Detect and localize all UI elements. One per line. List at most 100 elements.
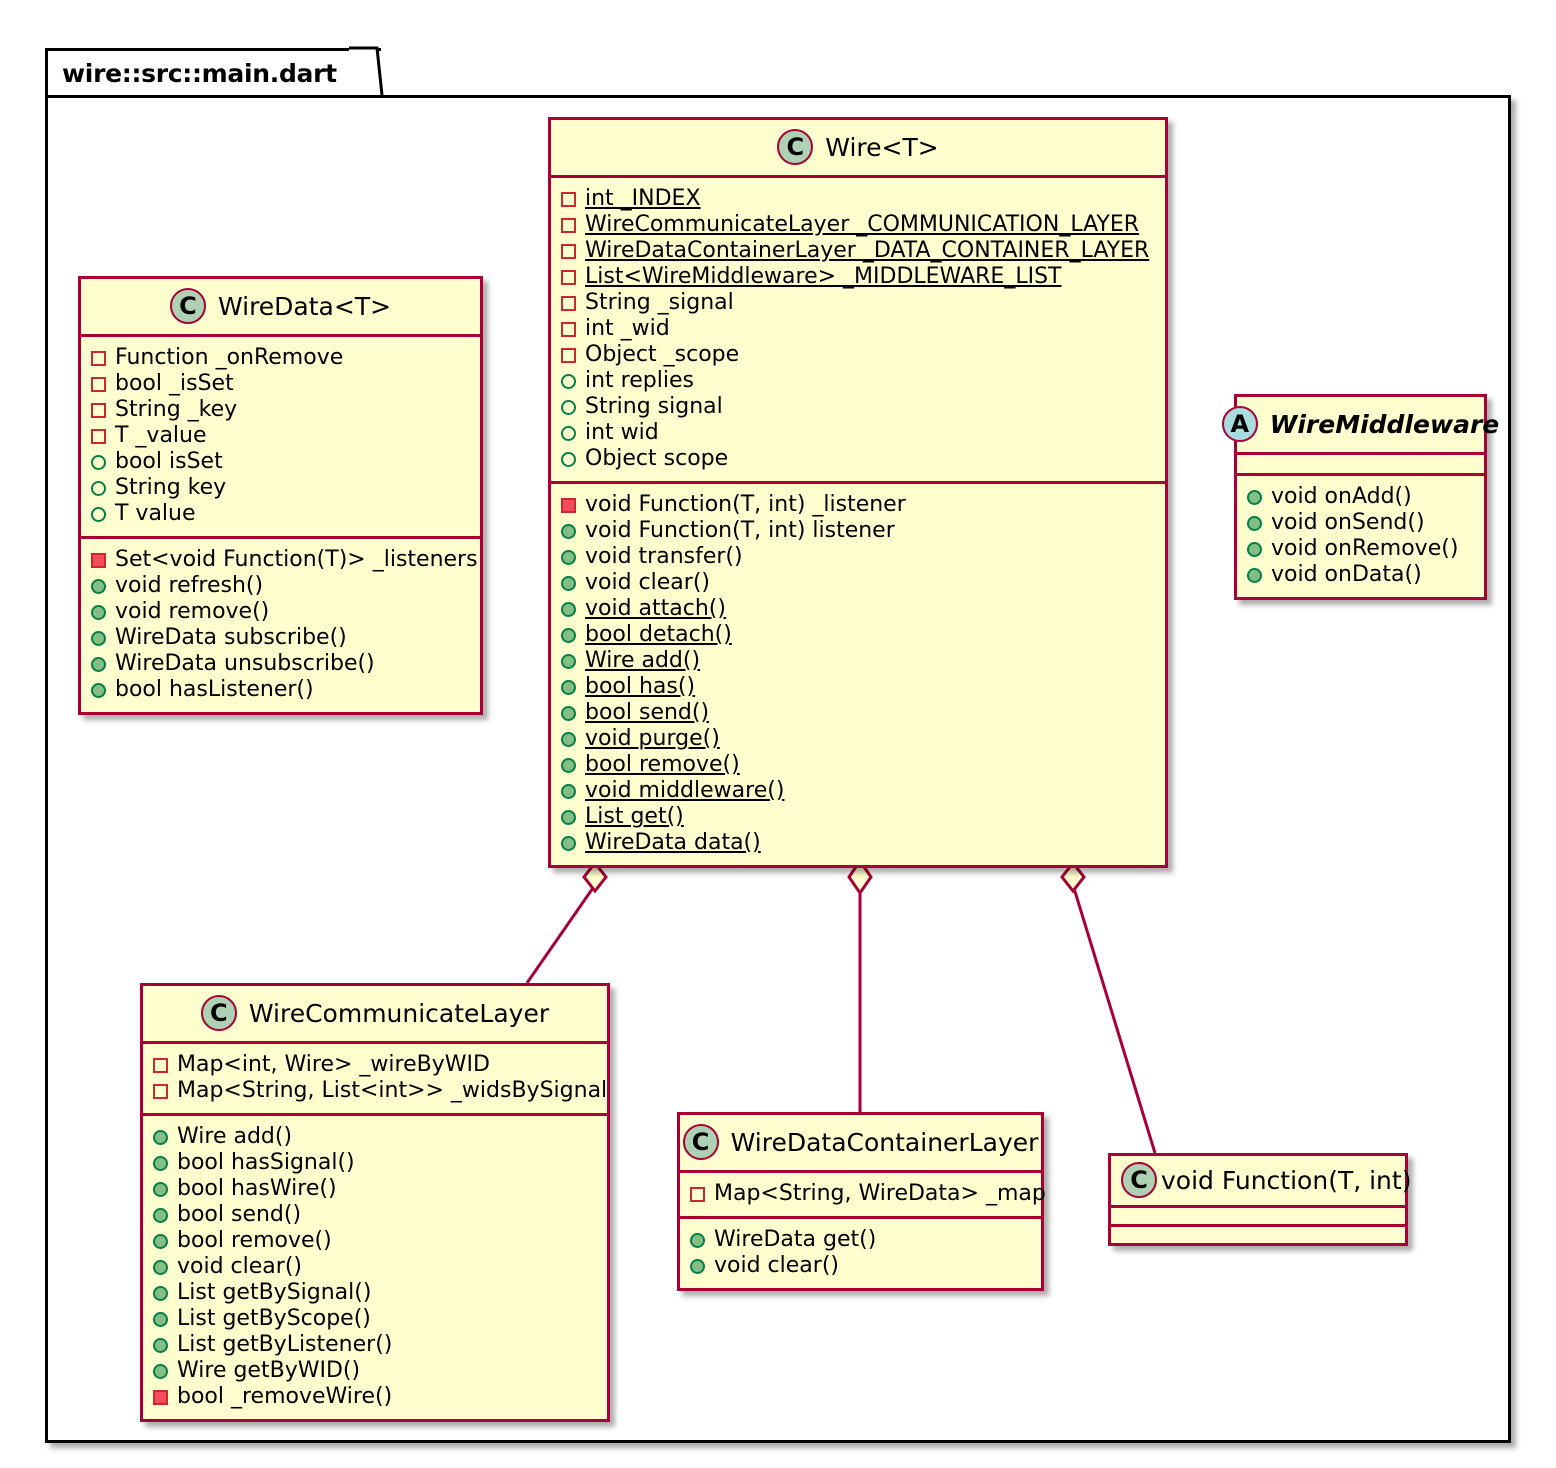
method-row: WireData get() bbox=[690, 1227, 1031, 1253]
method-signature: void clear() bbox=[177, 1254, 302, 1279]
class-box-wire[interactable]: C Wire<T> int _INDEX WireCommunicateLayer… bbox=[548, 117, 1168, 868]
class-name-wirecommunicatelayer: WireCommunicateLayer bbox=[248, 998, 550, 1028]
class-name-wire: Wire<T> bbox=[825, 132, 939, 162]
field-signature: Map<String, List<int>> _widsBySignal bbox=[177, 1078, 608, 1103]
methods-compartment-wiredata: Set<void Function(T)> _listeners void ref… bbox=[81, 536, 480, 712]
method-signature: bool has() bbox=[585, 674, 696, 699]
field-signature: Object scope bbox=[585, 446, 729, 471]
method-row: bool send() bbox=[561, 700, 1155, 726]
public-method-marker-icon bbox=[561, 627, 576, 643]
fields-compartment-wire: int _INDEX WireCommunicateLayer _COMMUNIC… bbox=[551, 175, 1165, 481]
method-row: List getByListener() bbox=[153, 1332, 597, 1358]
field-row: Map<String, WireData> _map bbox=[690, 1181, 1046, 1207]
public-field-marker-icon bbox=[561, 425, 576, 441]
method-signature: void onRemove() bbox=[1271, 536, 1459, 561]
method-row: void onData() bbox=[1247, 562, 1474, 588]
methods-compartment-wire: void Function(T, int) _listener void Func… bbox=[551, 481, 1165, 865]
method-row: void onSend() bbox=[1247, 510, 1474, 536]
class-box-wirecommunicatelayer[interactable]: C WireCommunicateLayer Map<int, Wire> _w… bbox=[140, 983, 610, 1422]
method-signature: void clear() bbox=[714, 1253, 839, 1278]
field-signature: Object _scope bbox=[585, 342, 740, 367]
abstract-badge-icon: A bbox=[1221, 406, 1258, 442]
public-field-marker-icon bbox=[91, 480, 106, 496]
field-signature: WireDataContainerLayer _DATA_CONTAINER_L… bbox=[585, 238, 1150, 263]
method-signature: void attach() bbox=[585, 596, 726, 621]
class-name-voidfunction: void Function(T, int) bbox=[1161, 1165, 1412, 1195]
public-method-marker-icon bbox=[91, 630, 106, 646]
method-signature: bool send() bbox=[585, 700, 710, 725]
package-tab: wire::src::main.dart bbox=[45, 46, 384, 98]
method-signature: bool detach() bbox=[585, 622, 732, 647]
private-field-marker-icon bbox=[91, 428, 106, 444]
method-signature: bool _removeWire() bbox=[177, 1384, 393, 1409]
field-signature: T value bbox=[115, 501, 196, 526]
method-row: bool remove() bbox=[153, 1228, 597, 1254]
field-row: bool _isSet bbox=[91, 371, 470, 397]
method-row: WireData subscribe() bbox=[91, 625, 470, 651]
package-tab-slant-icon bbox=[348, 46, 384, 96]
public-method-marker-icon bbox=[153, 1337, 168, 1353]
fields-compartment-voidfunction bbox=[1111, 1205, 1405, 1224]
method-row: void purge() bbox=[561, 726, 1155, 752]
public-method-marker-icon bbox=[153, 1363, 168, 1379]
public-method-marker-icon bbox=[561, 783, 576, 799]
method-signature: void transfer() bbox=[585, 544, 743, 569]
method-row: void Function(T, int) listener bbox=[561, 518, 1155, 544]
field-row: int replies bbox=[561, 368, 1155, 394]
field-row: int _INDEX bbox=[561, 186, 1155, 212]
class-box-wiremiddleware[interactable]: A WireMiddleware void onAdd() void onSend… bbox=[1221, 394, 1499, 600]
public-method-marker-icon bbox=[153, 1155, 168, 1171]
field-signature: Map<String, WireData> _map bbox=[714, 1181, 1046, 1206]
class-header-voidfunction: C void Function(T, int) bbox=[1111, 1156, 1411, 1205]
method-signature: bool hasSignal() bbox=[177, 1150, 355, 1175]
public-method-marker-icon bbox=[91, 656, 106, 672]
public-method-marker-icon bbox=[690, 1232, 705, 1248]
field-row: Map<String, List<int>> _widsBySignal bbox=[153, 1078, 607, 1104]
class-box-wiredata[interactable]: C WireData<T> Function _onRemove bool _is… bbox=[78, 276, 483, 715]
method-signature: void refresh() bbox=[115, 573, 264, 598]
fields-compartment-wiremiddleware bbox=[1237, 452, 1484, 473]
method-row: void onAdd() bbox=[1247, 484, 1474, 510]
public-method-marker-icon bbox=[91, 604, 106, 620]
private-field-marker-icon bbox=[561, 269, 576, 285]
field-row: Map<int, Wire> _wireByWID bbox=[153, 1052, 597, 1078]
field-row: Function _onRemove bbox=[91, 345, 470, 371]
class-header-wirecommunicatelayer: C WireCommunicateLayer bbox=[143, 986, 607, 1041]
method-signature: bool remove() bbox=[177, 1228, 332, 1253]
private-method-marker-icon bbox=[561, 497, 576, 513]
public-method-marker-icon bbox=[153, 1181, 168, 1197]
method-row: void remove() bbox=[91, 599, 470, 625]
field-signature: String _key bbox=[115, 397, 238, 422]
fields-compartment-wirecommunicatelayer: Map<int, Wire> _wireByWID Map<String, Lis… bbox=[143, 1041, 607, 1113]
class-box-voidfunction[interactable]: C void Function(T, int) bbox=[1108, 1153, 1411, 1246]
fields-compartment-wiredatacontainerlayer: Map<String, WireData> _map bbox=[680, 1170, 1046, 1216]
public-method-marker-icon bbox=[561, 601, 576, 617]
class-name-wiredatacontainerlayer: WireDataContainerLayer bbox=[730, 1127, 1039, 1157]
method-signature: void onAdd() bbox=[1271, 484, 1412, 509]
field-row: T value bbox=[91, 501, 470, 527]
public-method-marker-icon bbox=[561, 757, 576, 773]
public-method-marker-icon bbox=[1247, 541, 1262, 557]
public-method-marker-icon bbox=[153, 1207, 168, 1223]
method-row: bool detach() bbox=[561, 622, 1155, 648]
public-field-marker-icon bbox=[561, 399, 576, 415]
method-signature: List getBySignal() bbox=[177, 1280, 372, 1305]
method-signature: bool hasWire() bbox=[177, 1176, 337, 1201]
method-row: void attach() bbox=[561, 596, 1155, 622]
method-signature: WireData subscribe() bbox=[115, 625, 347, 650]
methods-compartment-wiremiddleware: void onAdd() void onSend() void onRemove()… bbox=[1237, 473, 1484, 597]
method-signature: void Function(T, int) listener bbox=[585, 518, 895, 543]
class-badge-icon: C bbox=[777, 129, 814, 165]
method-row: WireData data() bbox=[561, 830, 1155, 856]
method-row: Wire add() bbox=[561, 648, 1155, 674]
method-row: void onRemove() bbox=[1247, 536, 1474, 562]
class-header-wire: C Wire<T> bbox=[551, 120, 1165, 175]
method-signature: Set<void Function(T)> _listeners bbox=[115, 547, 478, 572]
public-method-marker-icon bbox=[561, 809, 576, 825]
public-method-marker-icon bbox=[1247, 567, 1262, 583]
method-signature: WireData get() bbox=[714, 1227, 877, 1252]
field-row: String key bbox=[91, 475, 470, 501]
field-row: String _key bbox=[91, 397, 470, 423]
class-box-wiredatacontainerlayer[interactable]: C WireDataContainerLayer Map<String, Wir… bbox=[677, 1112, 1046, 1291]
method-signature: bool send() bbox=[177, 1202, 302, 1227]
